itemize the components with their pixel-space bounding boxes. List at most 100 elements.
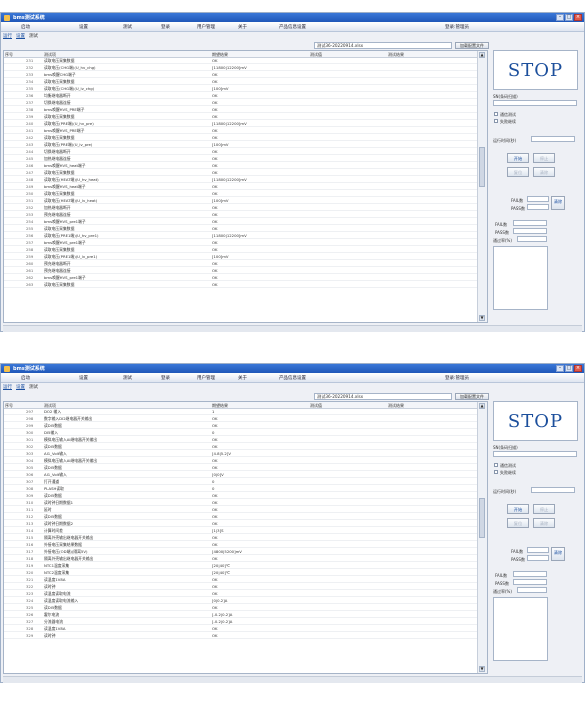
table-row[interactable]: 249 bms唤醒HVS_heat端子 OK — [4, 183, 480, 190]
table-row[interactable]: 329 读时钟 OK — [4, 632, 480, 639]
table-row[interactable]: 240 读取电压(PRE端)(U_hv_pre) [11800|12200]mV — [4, 120, 480, 127]
comm-test-checkbox[interactable] — [494, 112, 498, 116]
menu-item[interactable]: 用户管理 — [197, 375, 215, 381]
table-row[interactable]: 237 切换继电器连接 OK — [4, 99, 480, 106]
table-row[interactable]: 310 读时钟日期数据1 OK — [4, 499, 480, 506]
table-row[interactable]: 307 打开通道 0 — [4, 478, 480, 485]
sn-input[interactable] — [493, 100, 577, 106]
menu-item[interactable]: 测试 — [123, 24, 132, 30]
menu-item[interactable]: 设置 — [79, 375, 88, 381]
menu-item[interactable]: 产品信息设置 — [279, 375, 306, 381]
table-row[interactable]: 318 隔离外壳输出继电器开关输出 OK — [4, 555, 480, 562]
table-row[interactable]: 234 读取电压采集数据 OK — [4, 78, 480, 85]
vertical-scrollbar[interactable]: ▲ ▼ — [477, 51, 487, 322]
table-row[interactable]: 247 读取电压采集数据 OK — [4, 169, 480, 176]
table-row[interactable]: 244 切换继电器断开 OK — [4, 148, 480, 155]
tab-0[interactable]: 运行 — [3, 384, 12, 391]
table-row[interactable]: 300 DI5输入 0 — [4, 429, 480, 436]
table-row[interactable]: 317 外接电压(OD端)(隔离5V) [4800|5200]mV — [4, 548, 480, 555]
reset-button[interactable]: 复位 — [507, 518, 529, 528]
table-row[interactable]: 262 bms唤醒HVS_pre1端子 OK — [4, 274, 480, 281]
table-row[interactable]: 316 外接电压采集结果数据 OK — [4, 541, 480, 548]
maximize-icon[interactable]: □ — [565, 14, 573, 21]
maximize-icon[interactable]: □ — [565, 365, 573, 372]
table-row[interactable]: 245 加热继电器连接 OK — [4, 155, 480, 162]
scroll-down-icon[interactable]: ▼ — [479, 315, 485, 321]
table-row[interactable]: 243 读取电压(PRE端)(U_lv_pre) [100]mV — [4, 141, 480, 148]
load-config-button[interactable]: 加载配置文件 — [455, 393, 489, 400]
clear-log-button[interactable]: 清除 — [533, 518, 555, 528]
tab-1[interactable]: 设置 — [16, 33, 25, 40]
table-row[interactable]: 324 读温度读取电流输入 [0|0.2]A — [4, 597, 480, 604]
log-area[interactable] — [493, 246, 548, 310]
table-row[interactable]: 236 均衡继电器断开 OK — [4, 92, 480, 99]
table-row[interactable]: 255 读取电压采集数据 OK — [4, 225, 480, 232]
table-row[interactable]: 250 读取电压采集数据 OK — [4, 190, 480, 197]
table-row[interactable]: 309 读DI5数据 OK — [4, 492, 480, 499]
table-row[interactable]: 305 读DI5数据 OK — [4, 464, 480, 471]
vertical-scrollbar[interactable]: ▲ ▼ — [477, 402, 487, 673]
tab-2[interactable]: 测试 — [29, 384, 38, 391]
fail-continue-checkbox[interactable] — [494, 119, 498, 123]
table-row[interactable]: 297 DO2 输入 1 — [4, 408, 480, 415]
menu-item[interactable]: 用户管理 — [197, 24, 215, 30]
table-row[interactable]: 322 读时钟 OK — [4, 583, 480, 590]
table-row[interactable]: 232 读取电压(CHG端)(U_hv_chg) [11800|12200]mV — [4, 64, 480, 71]
table-row[interactable]: 251 读取电压(HEAT端)(U_lv_heat) [100]mV — [4, 197, 480, 204]
table-row[interactable]: 233 bms唤醒CHG端子 OK — [4, 71, 480, 78]
menu-item[interactable]: 关于 — [238, 24, 247, 30]
fail-continue-checkbox[interactable] — [494, 470, 498, 474]
table-row[interactable]: 325 读DI5数据 OK — [4, 604, 480, 611]
table-row[interactable]: 326 霍尔电流 [-0.2|0.2]A — [4, 611, 480, 618]
load-config-button[interactable]: 加载配置文件 — [455, 42, 489, 49]
menu-item[interactable]: 产品信息设置 — [279, 24, 306, 30]
clear-count-button[interactable]: 清除 — [551, 196, 565, 210]
table-row[interactable]: 256 读取电压(PRE1端)(U_hv_pre1) [11800|12200]mV — [4, 232, 480, 239]
minimize-icon[interactable]: – — [556, 14, 564, 21]
sn-input[interactable] — [493, 451, 577, 457]
start-button[interactable]: 开始 — [507, 153, 529, 163]
table-row[interactable]: 260 预充继电器断开 OK — [4, 260, 480, 267]
table-row[interactable]: 303 AI1_Volt输入 [4.8|5.2]V — [4, 450, 480, 457]
table-row[interactable]: 241 bms唤醒HVS_PRE端子 OK — [4, 127, 480, 134]
table-row[interactable]: 314 计算时间差 [1|3]S — [4, 527, 480, 534]
menu-item[interactable]: 测试 — [123, 375, 132, 381]
tab-0[interactable]: 运行 — [3, 33, 12, 40]
scroll-down-icon[interactable]: ▼ — [479, 666, 485, 672]
table-row[interactable]: 235 读取电压(CHG端)(U_lv_chg) [100]mV — [4, 85, 480, 92]
table-row[interactable]: 263 读取电压采集数据 OK — [4, 281, 480, 288]
table-row[interactable]: 302 读DI5数据 OK — [4, 443, 480, 450]
menu-item[interactable]: 设置 — [79, 24, 88, 30]
file-name-field[interactable]: 测试36-20220914.xlsx — [314, 393, 452, 400]
table-row[interactable]: 327 分流器电流 [-0.2|0.2]A — [4, 618, 480, 625]
stop-button[interactable]: 停止 — [533, 153, 555, 163]
menu-item[interactable]: 启动 — [21, 375, 30, 381]
close-icon[interactable]: × — [574, 365, 582, 372]
table-row[interactable]: 313 读时钟日期数据2 OK — [4, 520, 480, 527]
scroll-thumb[interactable] — [479, 147, 485, 187]
table-row[interactable]: 253 预充继电器连接 OK — [4, 211, 480, 218]
table-row[interactable]: 231 读取电压采集数据 OK — [4, 57, 480, 64]
table-row[interactable]: 304 模拟电压输入AI继电器开关输出 OK — [4, 457, 480, 464]
table-row[interactable]: 301 模拟电压输入AI继电器开关输出 OK — [4, 436, 480, 443]
table-row[interactable]: 319 NTC1温度采集 [20|40]℃ — [4, 562, 480, 569]
log-area[interactable] — [493, 597, 548, 661]
table-row[interactable]: 248 读取电压(HEAT端)(U_hv_heat) [11800|12200]mV — [4, 176, 480, 183]
scroll-up-icon[interactable]: ▲ — [479, 403, 485, 409]
close-icon[interactable]: × — [574, 14, 582, 21]
scroll-up-icon[interactable]: ▲ — [479, 52, 485, 58]
table-row[interactable]: 257 bms唤醒HVS_pre1端子 OK — [4, 239, 480, 246]
comm-test-checkbox[interactable] — [494, 463, 498, 467]
table-row[interactable]: 242 读取电压采集数据 OK — [4, 134, 480, 141]
tab-1[interactable]: 设置 — [16, 384, 25, 391]
clear-count-button[interactable]: 清除 — [551, 547, 565, 561]
table-row[interactable]: 239 读取电压采集数据 OK — [4, 113, 480, 120]
reset-button[interactable]: 复位 — [507, 167, 529, 177]
table-row[interactable]: 238 bms唤醒HVS_PRE端子 OK — [4, 106, 480, 113]
table-row[interactable]: 246 bms唤醒HVS_heat端子 OK — [4, 162, 480, 169]
table-row[interactable]: 308 PLASH读取 0 — [4, 485, 480, 492]
table-row[interactable]: 311 延时 OK — [4, 506, 480, 513]
menu-item[interactable]: 关于 — [238, 375, 247, 381]
scroll-thumb[interactable] — [479, 498, 485, 538]
table-row[interactable]: 252 加热继电器断开 OK — [4, 204, 480, 211]
